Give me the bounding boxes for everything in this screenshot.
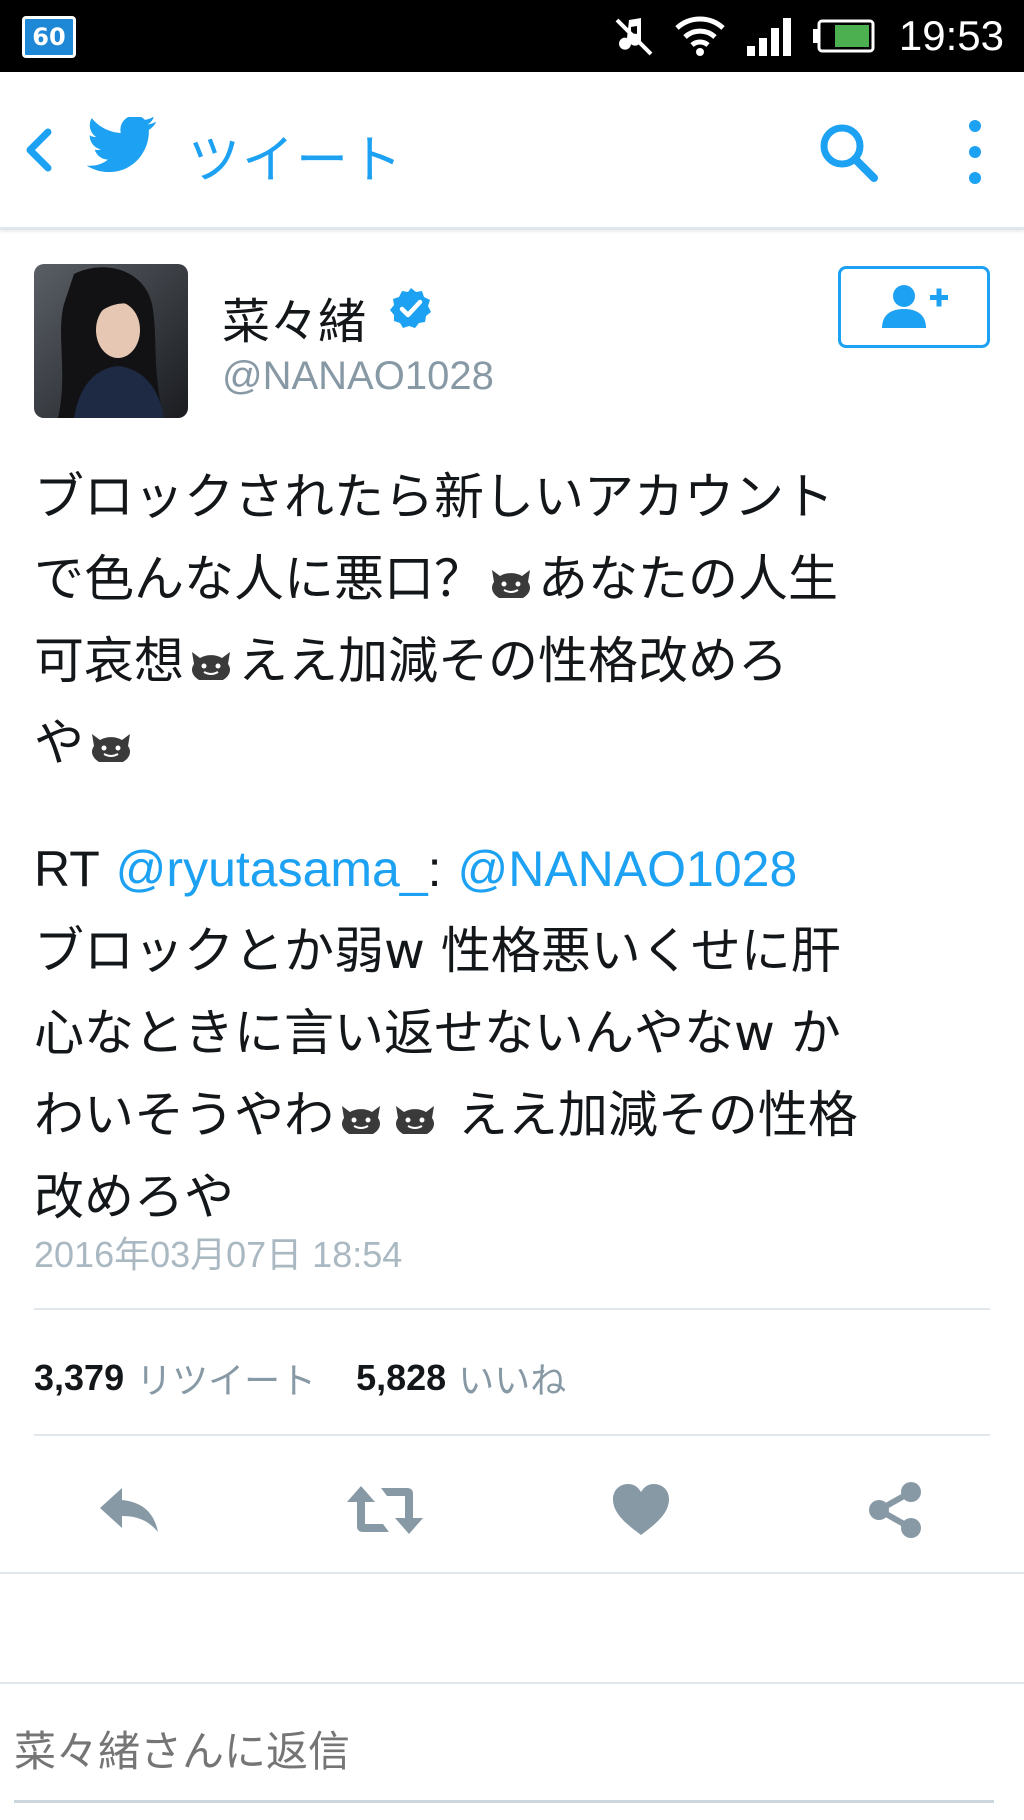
tweet-text-line: ブロックされたら新しいアカウント: [34, 456, 994, 538]
rt-colon: :: [427, 841, 442, 897]
text-segment: 可哀想: [34, 632, 184, 690]
devil-face-emoji: [92, 734, 130, 762]
signal-icon: [746, 18, 791, 56]
reply-input[interactable]: [14, 1716, 994, 1786]
divider: [34, 1308, 990, 1310]
tweet-stats: 3,379 リツイート 5,828 いいね: [34, 1348, 606, 1408]
twitter-bird-icon: [86, 117, 156, 173]
tweet-timestamp: 2016年03月07日 18:54: [34, 1234, 403, 1275]
reply-icon: [100, 1488, 158, 1532]
verified-badge-icon: [390, 288, 431, 328]
share-button[interactable]: [850, 1470, 940, 1550]
top-toolbar: ツイート: [0, 72, 1024, 230]
status-icons: 19:53: [611, 0, 1004, 72]
rt-line: RT @ryutasama_: @NANAO1028: [34, 828, 1014, 910]
retweet-label[interactable]: リツイート: [136, 1352, 316, 1404]
like-count[interactable]: 5,828: [356, 1357, 446, 1399]
retweet-icon: [347, 1486, 423, 1534]
text-segment: ええ加減その性格: [457, 1086, 858, 1144]
retweet-count[interactable]: 3,379: [34, 1357, 124, 1399]
reply-bar: [0, 1686, 1024, 1820]
retweet-quote-text: RT @ryutasama_: @NANAO1028 ブロックとか弱w 性格悪い…: [34, 828, 1014, 1238]
page-title: ツイート: [188, 131, 405, 191]
text-segment: で色んな人に悪口？: [34, 550, 484, 608]
mention-link[interactable]: @ryutasama_: [116, 841, 428, 897]
reply-underline: [14, 1800, 994, 1803]
mute-icon: [615, 18, 653, 56]
devil-face-emoji: [492, 570, 530, 598]
battery-icon: [812, 19, 875, 53]
more-vertical-icon[interactable]: [960, 116, 990, 188]
devil-face-emoji: [342, 1106, 380, 1134]
text-segment: ええ加減その性格改めろ: [238, 632, 788, 690]
chevron-left-icon[interactable]: [18, 122, 58, 178]
display-name[interactable]: 菜々緒: [222, 282, 366, 352]
search-icon[interactable]: [816, 120, 880, 184]
user-handle[interactable]: @NANAO1028: [222, 354, 494, 399]
retweet-button[interactable]: [340, 1470, 430, 1550]
text-segment: あなたの人生: [538, 550, 838, 608]
rt-prefix: RT: [34, 841, 100, 897]
devil-face-emoji: [192, 652, 230, 680]
follow-button[interactable]: [838, 266, 990, 348]
text-segment: や: [34, 714, 84, 772]
heart-icon: [613, 1484, 669, 1535]
like-button[interactable]: [596, 1470, 686, 1550]
tweet-text-line: や: [34, 702, 994, 784]
divider: [0, 1682, 1024, 1684]
reply-button[interactable]: [84, 1470, 174, 1550]
status-badge: 60: [22, 16, 76, 58]
rt-line: わいそうやわ ええ加減その性格: [34, 1074, 1014, 1156]
like-label[interactable]: いいね: [458, 1352, 566, 1404]
rt-line: ブロックとか弱w 性格悪いくせに肝: [34, 922, 841, 980]
tweet-text: ブロックされたら新しいアカウント で色んな人に悪口？ あなたの人生 可哀想 ええ加減…: [34, 456, 994, 784]
tweet-text-line: 可哀想 ええ加減その性格改めろ: [34, 620, 994, 702]
tweet-actions: [0, 1470, 1024, 1550]
follow-user-icon: [882, 285, 948, 328]
status-bar: 60 19:53: [0, 0, 1024, 72]
mention-link[interactable]: @NANAO1028: [457, 841, 797, 897]
divider: [0, 1572, 1024, 1574]
status-time: 19:53: [898, 12, 1004, 59]
avatar[interactable]: [34, 264, 188, 418]
text-segment: わいそうやわ: [34, 1086, 334, 1144]
text-segment: ブロックされたら新しいアカウント: [34, 468, 834, 526]
divider: [34, 1434, 990, 1436]
wifi-icon: [675, 16, 725, 56]
tweet-text-line: で色んな人に悪口？ あなたの人生: [34, 538, 994, 620]
devil-face-emoji: [396, 1106, 434, 1134]
share-icon: [869, 1482, 921, 1538]
rt-line: 心なときに言い返せないんやなw か: [34, 1004, 841, 1062]
